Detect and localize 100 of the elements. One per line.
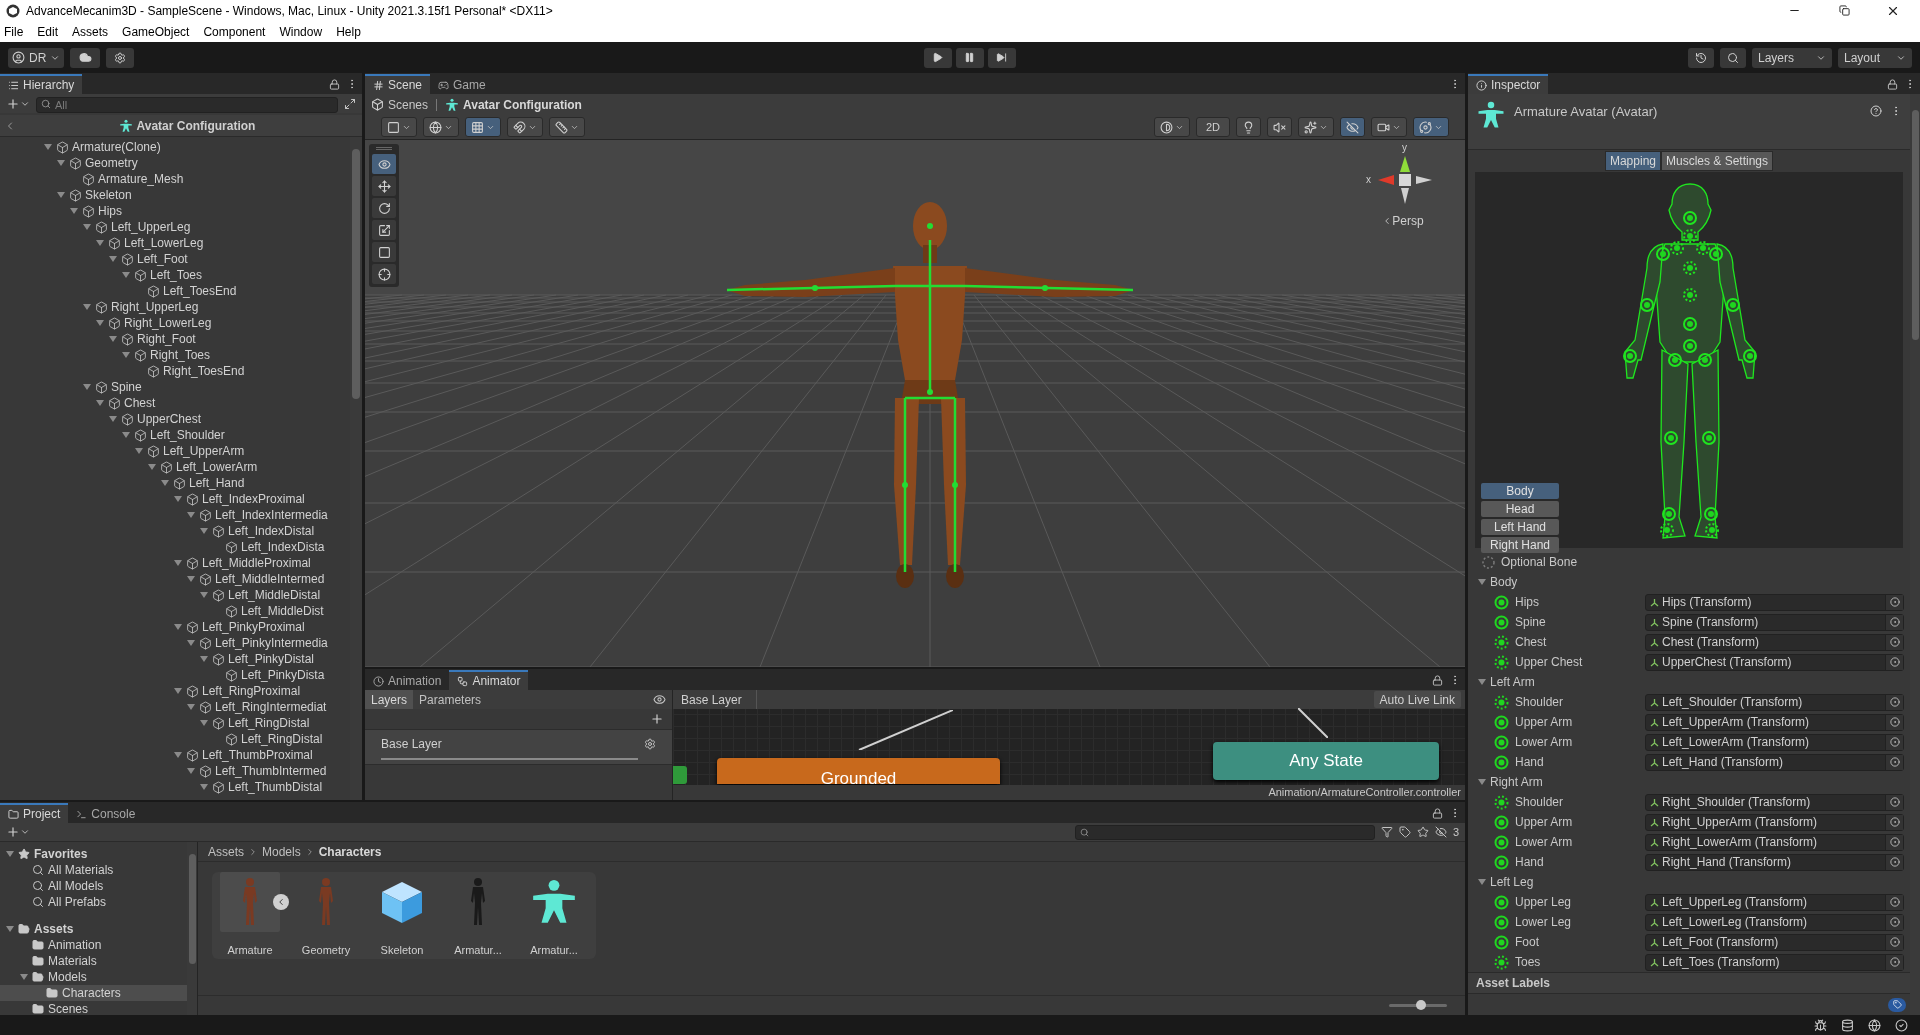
expanded-arrow-icon[interactable] xyxy=(187,575,195,583)
tool-button[interactable] xyxy=(372,220,396,240)
transform-field[interactable]: Left_Toes (Transform) xyxy=(1645,953,1904,971)
expanded-arrow-icon[interactable] xyxy=(200,655,208,663)
settings-icon[interactable] xyxy=(644,737,656,750)
expanded-arrow-icon[interactable] xyxy=(70,207,78,215)
asset-label[interactable]: Armature xyxy=(227,942,273,959)
transform-field[interactable]: Left_UpperArm (Transform) xyxy=(1645,713,1904,731)
tool-button[interactable] xyxy=(372,154,396,174)
object-picker-button[interactable] xyxy=(1885,894,1903,910)
tree-item[interactable]: Left_IndexDistal xyxy=(228,523,315,539)
state-node[interactable]: Grounded xyxy=(717,758,1000,784)
tree-item[interactable]: Left_ThumbProximal xyxy=(202,747,313,763)
layer-item[interactable]: Base Layer xyxy=(365,729,672,765)
transform-field[interactable]: Hips (Transform) xyxy=(1645,593,1904,611)
expanded-arrow-icon[interactable] xyxy=(6,925,14,933)
tree-item[interactable]: Scenes xyxy=(48,1000,89,1015)
expanded-arrow-icon[interactable] xyxy=(83,223,91,231)
transform-field[interactable]: Right_Shoulder (Transform) xyxy=(1645,793,1904,811)
toolbar-button[interactable] xyxy=(1267,117,1292,137)
entry-node[interactable] xyxy=(673,766,687,784)
transform-field[interactable]: Right_UpperArm (Transform) xyxy=(1645,813,1904,831)
tree-item[interactable]: UpperChest xyxy=(137,411,202,427)
expanded-arrow-icon[interactable] xyxy=(83,383,91,391)
toolbar-button[interactable] xyxy=(1298,117,1334,137)
tree-item[interactable]: Favorites xyxy=(34,845,88,863)
menu-item[interactable]: File xyxy=(4,22,24,41)
tool-button[interactable] xyxy=(372,198,396,218)
body-part-button[interactable]: Body xyxy=(1481,483,1559,499)
tree-item[interactable]: Right_LowerLeg xyxy=(124,315,212,331)
mode-tab[interactable]: Muscles & Settings xyxy=(1661,151,1774,171)
body-part-button[interactable]: Right Hand xyxy=(1481,537,1559,553)
history-button[interactable] xyxy=(1688,47,1714,68)
search-field[interactable] xyxy=(1074,824,1375,840)
tree-item[interactable]: Left_ThumbDistal xyxy=(228,779,323,795)
expanded-arrow-icon[interactable] xyxy=(187,511,195,519)
transform-field[interactable]: Left_Shoulder (Transform) xyxy=(1645,693,1904,711)
expanded-arrow-icon[interactable] xyxy=(174,495,182,503)
panel-tab[interactable]: Project xyxy=(0,803,69,823)
toolbar-button[interactable] xyxy=(1153,117,1190,137)
transform-field[interactable]: Chest (Transform) xyxy=(1645,633,1904,651)
expanded-arrow-icon[interactable] xyxy=(109,335,117,343)
transform-field[interactable]: Spine (Transform) xyxy=(1645,613,1904,631)
toolbar-button[interactable] xyxy=(381,117,417,137)
auto-live-link-button[interactable]: Auto Live Link xyxy=(1373,691,1461,708)
layout-dropdown[interactable]: Layout xyxy=(1838,47,1912,68)
asset-label[interactable]: Armatur... xyxy=(454,942,502,959)
tree-item[interactable]: Left_LowerArm xyxy=(176,459,258,475)
transform-field[interactable]: Left_UpperLeg (Transform) xyxy=(1645,893,1904,911)
toolbar-button[interactable] xyxy=(507,117,543,137)
object-picker-button[interactable] xyxy=(1885,714,1903,730)
transform-field[interactable]: Left_Hand (Transform) xyxy=(1645,753,1904,771)
transform-field[interactable]: UpperChest (Transform) xyxy=(1645,653,1904,671)
group-header[interactable]: Body xyxy=(1490,573,1518,591)
projection-toggle[interactable]: Persp xyxy=(1382,212,1424,230)
tool-button[interactable] xyxy=(372,242,396,262)
state-graph[interactable]: Base Layer Auto Live Link Grounded Any State Animation/ArmatureController.controller xyxy=(673,690,1465,800)
expanded-arrow-icon[interactable] xyxy=(96,319,104,327)
tree-item[interactable]: Right_ToesEnd xyxy=(163,363,245,379)
expanded-arrow-icon[interactable] xyxy=(174,687,182,695)
expanded-arrow-icon[interactable] xyxy=(161,479,169,487)
expanded-arrow-icon[interactable] xyxy=(187,767,195,775)
object-picker-button[interactable] xyxy=(1885,634,1903,650)
plus-icon[interactable] xyxy=(650,712,664,726)
tree-item[interactable]: Hips xyxy=(98,203,122,219)
state-node[interactable]: Any State xyxy=(1213,742,1439,780)
side-tab[interactable]: Layers xyxy=(365,690,414,709)
tree-item[interactable]: Left_PinkyProximal xyxy=(202,619,305,635)
expanded-arrow-icon[interactable] xyxy=(1478,578,1486,586)
asset-tile[interactable] xyxy=(220,872,280,932)
mode-2d-button[interactable]: 2D xyxy=(1195,117,1230,137)
expanded-arrow-icon[interactable] xyxy=(187,639,195,647)
expanded-arrow-icon[interactable] xyxy=(57,191,65,199)
tool-button[interactable] xyxy=(372,264,396,284)
tree-item[interactable]: Left_ToesEnd xyxy=(163,283,237,299)
menu-item[interactable]: Window xyxy=(279,22,323,41)
menu-item[interactable]: Edit xyxy=(37,22,59,41)
tree-item[interactable]: Left_RingProximal xyxy=(202,683,301,699)
search-field[interactable]: All xyxy=(36,96,338,113)
pause-button[interactable] xyxy=(956,47,984,68)
tree-item[interactable]: Left_PinkyDista xyxy=(241,667,325,683)
toolbar-button[interactable] xyxy=(423,117,459,137)
expanded-arrow-icon[interactable] xyxy=(96,399,104,407)
tree-item[interactable]: Left_Foot xyxy=(137,251,188,267)
tree-item[interactable]: Left_Hand xyxy=(189,475,245,491)
eye-icon[interactable] xyxy=(653,693,666,706)
panel-tab[interactable]: Hierarchy xyxy=(0,74,83,94)
star-icon[interactable] xyxy=(1416,826,1429,838)
expanded-arrow-icon[interactable] xyxy=(57,159,65,167)
mode-tab[interactable]: Mapping xyxy=(1604,151,1661,171)
tree-item[interactable]: Chest xyxy=(124,395,156,411)
expanded-arrow-icon[interactable] xyxy=(83,303,91,311)
expanded-arrow-icon[interactable] xyxy=(174,751,182,759)
search-button[interactable] xyxy=(1720,47,1746,68)
toolbar-button[interactable] xyxy=(465,117,501,137)
eye-off-icon[interactable] xyxy=(1434,826,1447,838)
expanded-arrow-icon[interactable] xyxy=(109,255,117,263)
tree-item[interactable]: Assets xyxy=(34,920,74,938)
panel-tab[interactable]: Inspector xyxy=(1468,74,1549,94)
tree-item[interactable]: Left_Shoulder xyxy=(150,427,225,443)
